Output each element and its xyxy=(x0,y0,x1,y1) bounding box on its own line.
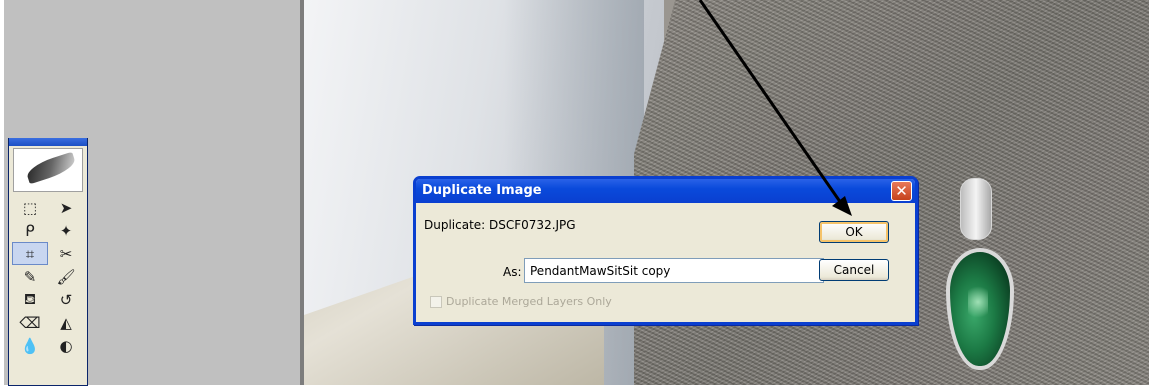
dialog-title: Duplicate Image xyxy=(422,183,542,198)
duplicate-source-label: Duplicate: DSCF0732.JPG xyxy=(424,218,576,232)
dodge-tool-icon[interactable]: ◐ xyxy=(48,334,84,357)
merged-layers-label: Duplicate Merged Layers Only xyxy=(446,295,612,308)
blur-tool-icon[interactable]: 💧 xyxy=(12,334,48,357)
jade-pendant-image xyxy=(942,178,1022,378)
ok-button[interactable]: OK xyxy=(819,221,889,243)
move-tool-icon[interactable]: ➤ xyxy=(48,196,84,219)
brush-tool-icon[interactable]: 🖌 xyxy=(48,265,84,288)
tools-palette: ⬚ ➤ ᑭ ✦ ⌗ ✂ ✎ 🖌 ⛾ ↺ ⌫ ◭ 💧 ◐ xyxy=(8,138,88,386)
duplicate-image-dialog: Duplicate Image ✕ Duplicate: DSCF0732.JP… xyxy=(413,176,918,325)
eraser-tool-icon[interactable]: ⌫ xyxy=(12,311,48,334)
clone-stamp-tool-icon[interactable]: ⛾ xyxy=(12,288,48,311)
pendant-bail xyxy=(960,178,992,240)
slice-tool-icon[interactable]: ✂ xyxy=(48,242,84,265)
merged-layers-checkbox[interactable] xyxy=(430,295,442,308)
tool-grid: ⬚ ➤ ᑭ ✦ ⌗ ✂ ✎ 🖌 ⛾ ↺ ⌫ ◭ 💧 ◐ xyxy=(9,194,87,359)
dialog-titlebar[interactable]: Duplicate Image ✕ xyxy=(416,179,915,203)
healing-brush-tool-icon[interactable]: ✎ xyxy=(12,265,48,288)
magic-wand-tool-icon[interactable]: ✦ xyxy=(48,219,84,242)
pendant-stone xyxy=(946,248,1014,370)
close-icon[interactable]: ✕ xyxy=(891,181,912,201)
history-brush-tool-icon[interactable]: ↺ xyxy=(48,288,84,311)
photoshop-feather-logo[interactable] xyxy=(13,148,83,192)
duplicate-name-input[interactable] xyxy=(524,258,824,283)
merged-layers-row: Duplicate Merged Layers Only xyxy=(430,295,612,308)
paint-bucket-tool-icon[interactable]: ◭ xyxy=(48,311,84,334)
tools-palette-titlebar[interactable] xyxy=(9,138,87,146)
crop-tool-icon[interactable]: ⌗ xyxy=(12,242,48,265)
as-label: As: xyxy=(503,265,522,279)
lasso-tool-icon[interactable]: ᑭ xyxy=(12,219,48,242)
cancel-button[interactable]: Cancel xyxy=(819,259,889,281)
dialog-body: Duplicate: DSCF0732.JPG As: OK Cancel Du… xyxy=(416,203,915,322)
marquee-tool-icon[interactable]: ⬚ xyxy=(12,196,48,219)
